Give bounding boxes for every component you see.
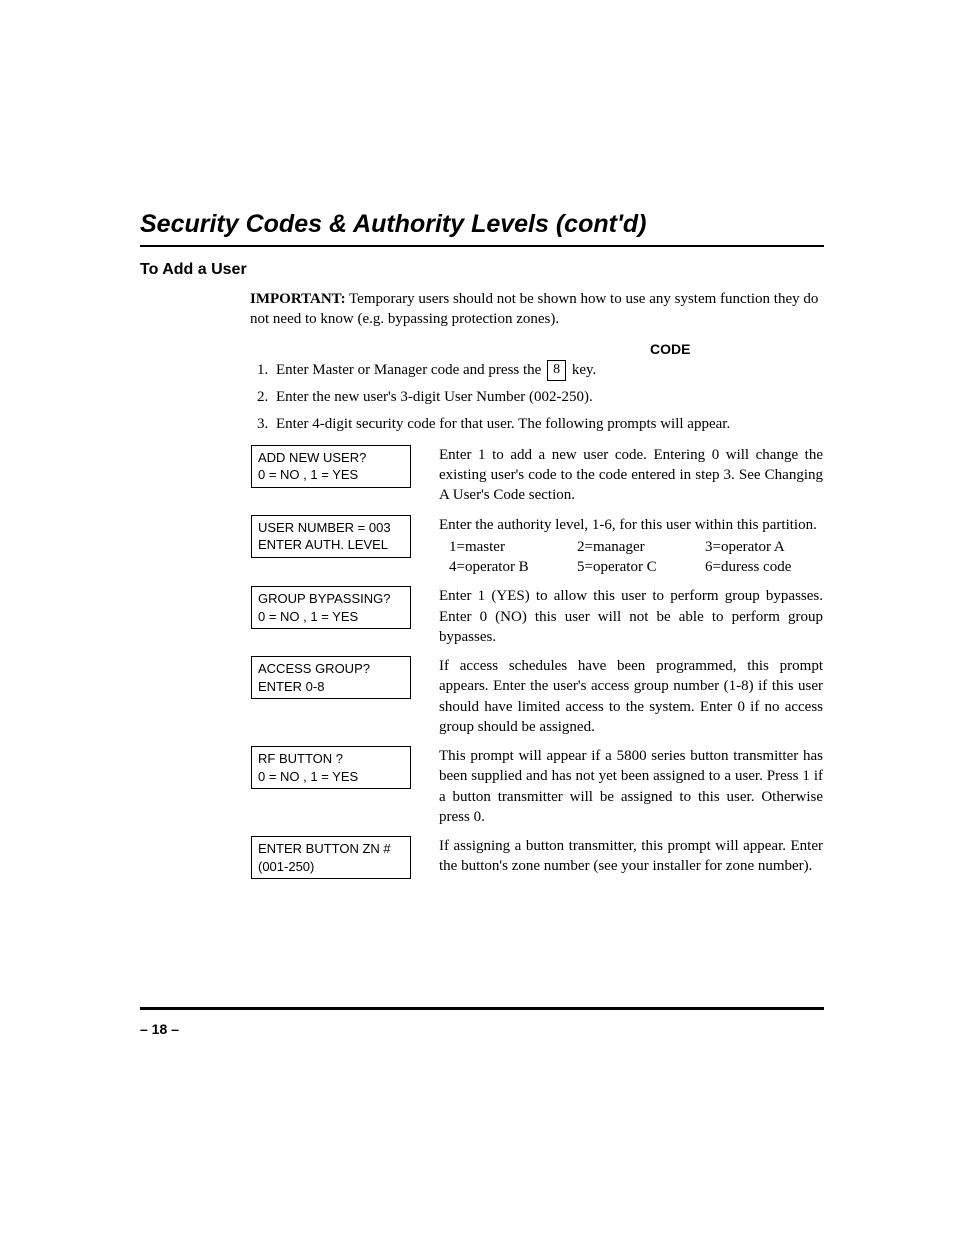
section-heading: To Add a User <box>140 261 824 279</box>
desc-text: Enter the authority level, 1-6, for this… <box>439 515 823 535</box>
lcd-cell: RF BUTTON ? 0 = NO , 1 = YES <box>250 745 438 835</box>
auth-level: 2=manager <box>577 537 695 557</box>
footer-rule <box>140 1007 824 1010</box>
auth-level: 6=duress code <box>705 557 823 577</box>
lcd-line: ENTER BUTTON ZN # <box>258 840 404 858</box>
lcd-line: USER NUMBER = 003 <box>258 519 404 537</box>
table-row: USER NUMBER = 003 ENTER AUTH. LEVEL Ente… <box>250 514 824 586</box>
lcd-cell: ENTER BUTTON ZN # (001-250) <box>250 835 438 887</box>
lcd-display: RF BUTTON ? 0 = NO , 1 = YES <box>251 746 411 789</box>
lcd-line: ADD NEW USER? <box>258 449 404 467</box>
body-column: IMPORTANT: Temporary users should not be… <box>250 289 824 434</box>
step-text-after: key. <box>572 362 596 378</box>
auth-level-grid: 1=master 2=manager 3=operator A 4=operat… <box>449 537 823 578</box>
steps-list: Enter Master or Manager code and press t… <box>250 360 824 433</box>
desc-cell: If access schedules have been programmed… <box>438 655 824 745</box>
key-icon: 8 <box>547 360 566 381</box>
step-item: Enter Master or Manager code and press t… <box>272 360 824 381</box>
code-label: CODE <box>650 340 824 359</box>
page-title: Security Codes & Authority Levels (cont'… <box>140 210 824 247</box>
lcd-cell: ACCESS GROUP? ENTER 0-8 <box>250 655 438 745</box>
table-row: ADD NEW USER? 0 = NO , 1 = YES Enter 1 t… <box>250 444 824 514</box>
desc-cell: This prompt will appear if a 5800 series… <box>438 745 824 835</box>
lcd-display: GROUP BYPASSING? 0 = NO , 1 = YES <box>251 586 411 629</box>
auth-level: 1=master <box>449 537 567 557</box>
prompt-table-wrap: ADD NEW USER? 0 = NO , 1 = YES Enter 1 t… <box>250 444 824 887</box>
lcd-display: USER NUMBER = 003 ENTER AUTH. LEVEL <box>251 515 411 558</box>
lcd-display: ACCESS GROUP? ENTER 0-8 <box>251 656 411 699</box>
lcd-line: 0 = NO , 1 = YES <box>258 768 404 786</box>
table-row: RF BUTTON ? 0 = NO , 1 = YES This prompt… <box>250 745 824 835</box>
lcd-line: ACCESS GROUP? <box>258 660 404 678</box>
important-note: IMPORTANT: Temporary users should not be… <box>250 289 824 330</box>
step-item: Enter the new user's 3-digit User Number… <box>272 387 824 407</box>
desc-cell: Enter 1 (YES) to allow this user to perf… <box>438 585 824 655</box>
lcd-line: ENTER 0-8 <box>258 678 404 696</box>
auth-level: 4=operator B <box>449 557 567 577</box>
lcd-line: ENTER AUTH. LEVEL <box>258 536 404 554</box>
lcd-cell: USER NUMBER = 003 ENTER AUTH. LEVEL <box>250 514 438 586</box>
desc-cell: If assigning a button transmitter, this … <box>438 835 824 887</box>
lcd-cell: ADD NEW USER? 0 = NO , 1 = YES <box>250 444 438 514</box>
page-number: – 18 – <box>140 1021 179 1037</box>
lcd-line: (001-250) <box>258 858 404 876</box>
lcd-line: GROUP BYPASSING? <box>258 590 404 608</box>
lcd-display: ENTER BUTTON ZN # (001-250) <box>251 836 411 879</box>
prompt-table: ADD NEW USER? 0 = NO , 1 = YES Enter 1 t… <box>250 444 824 887</box>
important-label: IMPORTANT: <box>250 291 346 307</box>
page: Security Codes & Authority Levels (cont'… <box>0 0 954 1235</box>
auth-level: 5=operator C <box>577 557 695 577</box>
step-text: Enter Master or Manager code and press t… <box>276 362 541 378</box>
lcd-display: ADD NEW USER? 0 = NO , 1 = YES <box>251 445 411 488</box>
lcd-cell: GROUP BYPASSING? 0 = NO , 1 = YES <box>250 585 438 655</box>
desc-cell: Enter the authority level, 1-6, for this… <box>438 514 824 586</box>
lcd-line: 0 = NO , 1 = YES <box>258 608 404 626</box>
table-row: ACCESS GROUP? ENTER 0-8 If access schedu… <box>250 655 824 745</box>
auth-level: 3=operator A <box>705 537 823 557</box>
table-row: ENTER BUTTON ZN # (001-250) If assigning… <box>250 835 824 887</box>
table-row: GROUP BYPASSING? 0 = NO , 1 = YES Enter … <box>250 585 824 655</box>
desc-cell: Enter 1 to add a new user code. Entering… <box>438 444 824 514</box>
lcd-line: RF BUTTON ? <box>258 750 404 768</box>
lcd-line: 0 = NO , 1 = YES <box>258 466 404 484</box>
step-item: Enter 4-digit security code for that use… <box>272 414 824 434</box>
